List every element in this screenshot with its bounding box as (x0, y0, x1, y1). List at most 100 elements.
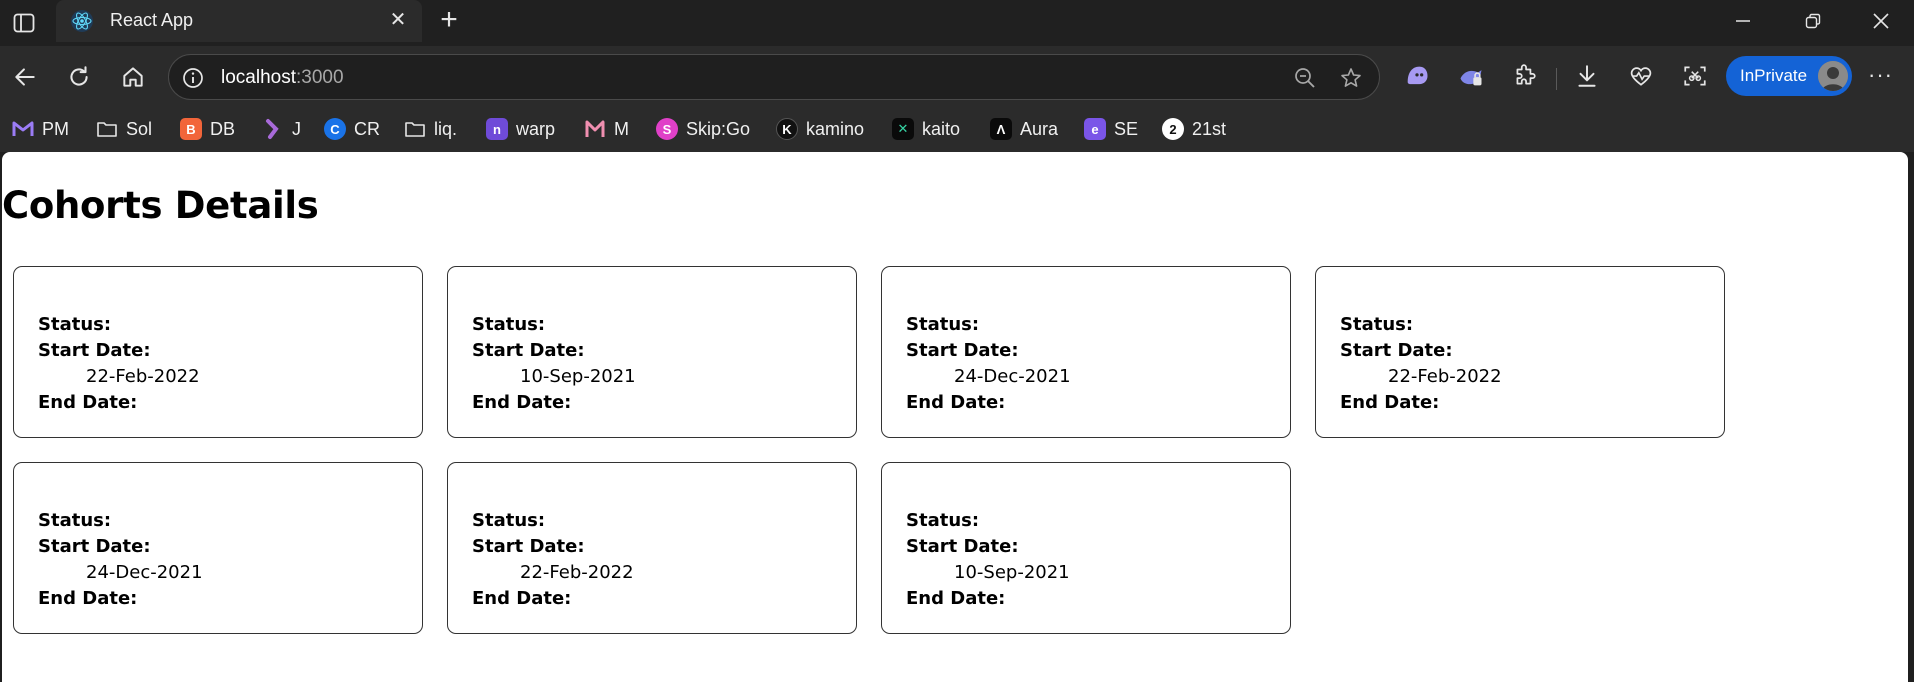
bookmark-item[interactable]: J (262, 116, 301, 142)
start-date-label: Start Date: (1340, 340, 1453, 361)
status-label: Status: (906, 510, 980, 531)
bookmark-item[interactable]: ✕ kaito (892, 116, 960, 142)
ghost-extension-icon[interactable] (1400, 59, 1434, 93)
start-date-label: Start Date: (38, 340, 151, 361)
url-text: localhost:3000 (221, 67, 344, 89)
new-tab-icon[interactable]: + (434, 5, 464, 36)
status-label: Status: (906, 314, 980, 335)
warp-icon: n (486, 118, 508, 140)
end-date-label: End Date: (38, 588, 138, 609)
end-date-label: End Date: (472, 392, 572, 413)
address-bar[interactable]: localhost:3000 (168, 54, 1380, 100)
restore-icon[interactable] (1778, 0, 1848, 42)
start-date-label: Start Date: (906, 340, 1019, 361)
kaito-icon: ✕ (892, 118, 914, 140)
home-icon[interactable] (116, 60, 150, 94)
folder-icon (96, 118, 118, 140)
bookmark-item[interactable]: B DB (180, 116, 235, 142)
close-tab-icon[interactable]: ✕ (386, 8, 410, 32)
bookmark-label: kaito (922, 118, 961, 139)
cohort-card: Status: Start Date: 24-Dec-2021 End Date… (881, 266, 1291, 438)
bookmarks-bar: PM Sol B DB J C CR liq. n warp M S Skip:… (0, 106, 1914, 152)
skip-icon: S (656, 118, 678, 140)
bookmark-label: J (292, 118, 301, 139)
start-date-label: Start Date: (38, 536, 151, 557)
site-info-icon[interactable] (181, 66, 205, 90)
refresh-icon[interactable] (62, 60, 96, 94)
tab-title: React App (110, 10, 194, 30)
toolbar: localhost:3000 InPrivate ··· (0, 46, 1914, 106)
bookmark-item[interactable]: n warp (486, 116, 555, 142)
url-port: :3000 (296, 67, 344, 88)
bookmark-item[interactable]: K kamino (776, 116, 864, 142)
cr-icon: C (324, 118, 346, 140)
21st-icon: 2 (1162, 118, 1184, 140)
folder-icon (404, 118, 426, 140)
start-date-label: Start Date: (472, 536, 585, 557)
status-label: Status: (1340, 314, 1414, 335)
tab-actions-icon[interactable] (10, 9, 38, 37)
status-label: Status: (38, 314, 112, 335)
status-label: Status: (472, 314, 546, 335)
bookmark-item[interactable]: PM (12, 116, 69, 142)
status-label: Status: (38, 510, 112, 531)
end-date-label: End Date: (906, 588, 1006, 609)
start-date-value: 24-Dec-2021 (86, 562, 203, 583)
bookmark-label: warp (516, 118, 556, 139)
start-date-value: 10-Sep-2021 (954, 562, 1070, 583)
cohort-card: Status: Start Date: 10-Sep-2021 End Date… (881, 462, 1291, 634)
close-window-icon[interactable] (1846, 0, 1914, 42)
cohort-card: Status: Start Date: 24-Dec-2021 End Date… (13, 462, 423, 634)
db-icon: B (180, 118, 202, 140)
bookmark-item[interactable]: liq. (404, 116, 457, 142)
url-host: localhost (221, 67, 296, 88)
cohort-card: Status: Start Date: 22-Feb-2022 End Date… (1315, 266, 1725, 438)
se-icon: e (1084, 118, 1106, 140)
extensions-puzzle-icon[interactable] (1508, 59, 1542, 93)
bookmark-label: Skip:Go (686, 118, 751, 139)
back-icon[interactable] (8, 60, 42, 94)
start-date-value: 22-Feb-2022 (86, 366, 200, 387)
bookmark-label: Aura (1020, 118, 1059, 139)
bookmark-label: Sol (126, 118, 153, 139)
minimize-icon[interactable] (1708, 0, 1778, 42)
end-date-label: End Date: (472, 588, 572, 609)
tab-bar: React App ✕ + (0, 0, 1914, 46)
kamino-icon: K (776, 118, 798, 140)
toolbar-divider (1556, 68, 1557, 90)
inprivate-button[interactable]: InPrivate (1726, 56, 1852, 96)
favorite-star-icon[interactable] (1339, 66, 1363, 90)
status-label: Status: (472, 510, 546, 531)
start-date-label: Start Date: (472, 340, 585, 361)
avatar (1818, 61, 1848, 91)
start-date-value: 22-Feb-2022 (520, 562, 634, 583)
bookmark-label: liq. (434, 118, 458, 139)
m-logo-icon (584, 118, 606, 140)
bookmark-item[interactable]: C CR (324, 116, 380, 142)
rabbit-extension-icon[interactable] (1454, 59, 1488, 93)
browser-essentials-icon[interactable] (1624, 59, 1658, 93)
bookmark-label: DB (210, 118, 236, 139)
zoom-out-icon[interactable] (1293, 66, 1317, 90)
start-date-value: 10-Sep-2021 (520, 366, 636, 387)
bookmark-item[interactable]: M (584, 116, 629, 142)
downloads-icon[interactable] (1570, 59, 1604, 93)
bookmark-item[interactable]: Sol (96, 116, 152, 142)
bookmark-item[interactable]: S Skip:Go (656, 116, 750, 142)
start-date-label: Start Date: (906, 536, 1019, 557)
screenshot-icon[interactable] (1678, 59, 1712, 93)
end-date-label: End Date: (906, 392, 1006, 413)
bookmark-label: 21st (1192, 118, 1227, 139)
cohort-card: Status: Start Date: 22-Feb-2022 End Date… (13, 266, 423, 438)
bookmark-item[interactable]: 2 21st (1162, 116, 1226, 142)
bookmark-item[interactable]: e SE (1084, 116, 1138, 142)
more-options-icon[interactable]: ··· (1868, 62, 1893, 88)
react-icon (70, 9, 94, 33)
start-date-value: 22-Feb-2022 (1388, 366, 1502, 387)
bookmark-label: M (614, 118, 629, 139)
page-viewport: Cohorts Details Status: Start Date: 22-F… (2, 152, 1908, 682)
j-icon (262, 118, 284, 140)
active-tab[interactable]: React App ✕ (56, 0, 422, 42)
bookmark-item[interactable]: Λ Aura (990, 116, 1058, 142)
bookmark-label: kamino (806, 118, 865, 139)
